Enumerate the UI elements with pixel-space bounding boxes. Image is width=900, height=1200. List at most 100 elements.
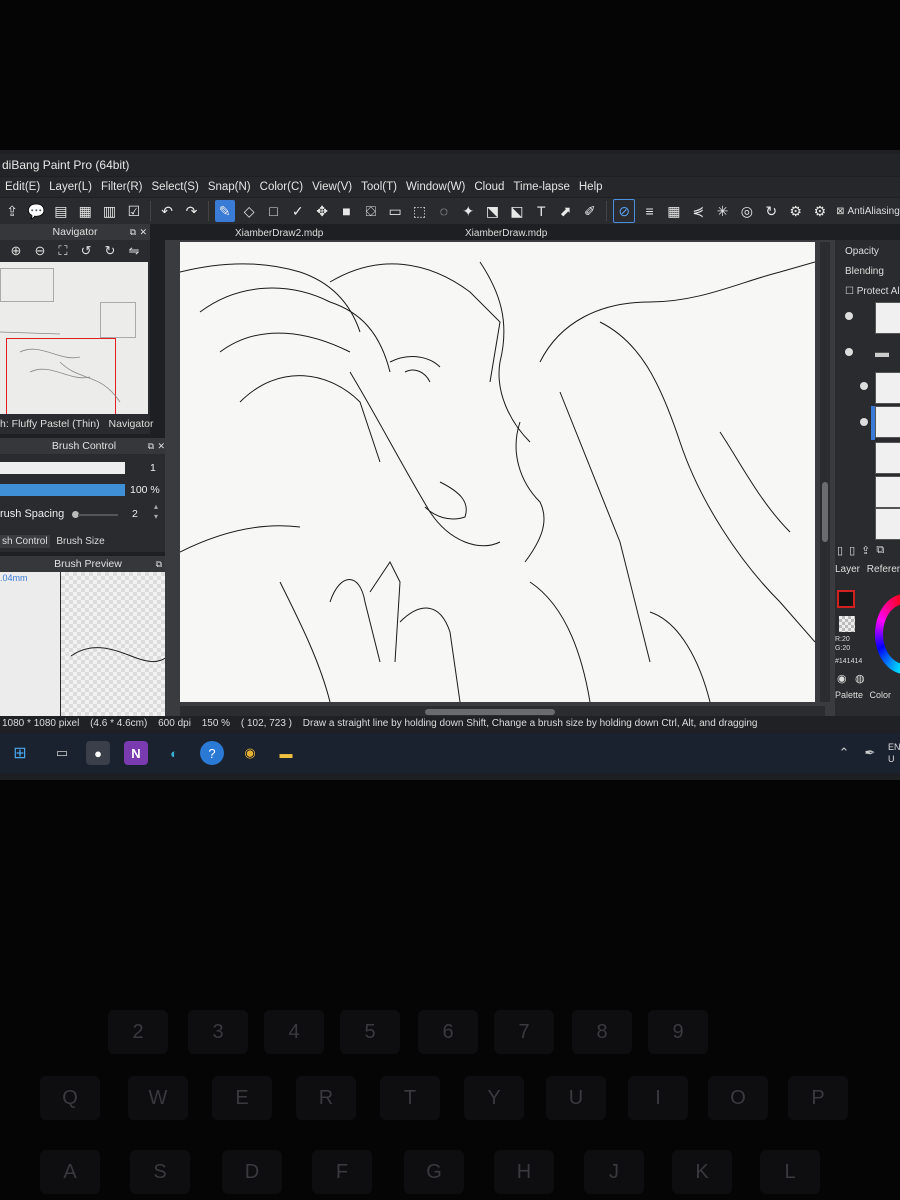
visibility-icon[interactable] xyxy=(860,382,868,390)
onenote-icon[interactable]: N xyxy=(124,741,148,765)
document-icon[interactable]: ▦ xyxy=(75,200,95,222)
gear-icon[interactable]: ⚙ xyxy=(810,200,830,222)
float-icon[interactable]: ⧉ xyxy=(130,224,136,240)
menu-select[interactable]: Select(S) xyxy=(147,181,203,193)
menu-view[interactable]: View(V) xyxy=(307,181,356,193)
grid-snap-icon[interactable]: ▦ xyxy=(664,200,684,222)
chevron-up-icon[interactable]: ⌃ xyxy=(832,741,856,765)
chrome-icon[interactable]: ◉ xyxy=(238,741,262,765)
flip-icon[interactable]: ⇋ xyxy=(128,243,139,259)
palette-icon[interactable]: ◉ xyxy=(837,672,847,685)
select-pen-icon[interactable]: ⬔ xyxy=(482,200,502,222)
layer-thumbnail[interactable] xyxy=(875,442,900,474)
float-icon[interactable]: ⧉ xyxy=(156,556,162,572)
help-icon[interactable]: ? xyxy=(200,741,224,765)
copy-layer-icon[interactable]: ⧉ xyxy=(876,544,884,557)
rotate-left-icon[interactable]: ↺ xyxy=(81,243,92,259)
move-icon[interactable]: ✥ xyxy=(312,200,332,222)
menu-snap[interactable]: Snap(N) xyxy=(203,181,255,193)
tab-layer[interactable]: Layer xyxy=(835,564,860,575)
vertical-scrollbar[interactable] xyxy=(820,242,830,702)
task-view-icon[interactable]: ▭ xyxy=(50,741,74,765)
layer-thumbnail[interactable] xyxy=(875,302,900,334)
protect-alpha-row[interactable]: ☐ Protect Alp xyxy=(845,286,900,297)
select-eraser-icon[interactable]: ⬕ xyxy=(507,200,527,222)
text-icon[interactable]: T xyxy=(531,200,551,222)
file-explorer-icon[interactable]: ▬ xyxy=(274,741,298,765)
visibility-icon[interactable] xyxy=(860,418,868,426)
tab-document-1[interactable]: XiamberDraw2.mdp xyxy=(235,228,323,239)
menu-time-lapse[interactable]: Time-lapse xyxy=(508,181,573,193)
zoom-in-icon[interactable]: ⊕ xyxy=(11,243,22,259)
eraser-icon[interactable]: ◇ xyxy=(239,200,259,222)
grid-icon[interactable]: ▥ xyxy=(99,200,119,222)
import-icon[interactable]: ⇪ xyxy=(861,544,870,557)
layer-thumbnail[interactable] xyxy=(875,406,900,438)
folder-icon[interactable]: ▬ xyxy=(875,344,889,360)
brush-size-slider[interactable] xyxy=(0,462,125,474)
spacing-slider-track[interactable] xyxy=(78,514,118,516)
tab-brush-control[interactable]: sh Control xyxy=(0,535,50,548)
edge-icon[interactable]: ◐ xyxy=(162,741,186,765)
radial-snap-icon[interactable]: ✳ xyxy=(712,200,732,222)
fill-rect-icon[interactable]: ■ xyxy=(336,200,356,222)
redo-icon[interactable]: ↷ xyxy=(181,200,201,222)
spinner-icon[interactable]: ▴ ▾ xyxy=(154,502,158,522)
bucket-icon[interactable]: ⛋ xyxy=(361,200,381,222)
curve-snap-icon[interactable]: ↻ xyxy=(761,200,781,222)
tab-reference[interactable]: Reference xyxy=(867,564,900,575)
navigator-thumbnail[interactable] xyxy=(0,262,148,414)
tab-brush-size[interactable]: Brush Size xyxy=(56,536,104,547)
drawing-canvas[interactable] xyxy=(180,242,815,702)
navigator-tab[interactable]: Navigator xyxy=(109,418,154,430)
export-icon[interactable]: ⇪ xyxy=(2,200,22,222)
brush-opacity-slider[interactable] xyxy=(0,484,125,496)
rectangle-select-icon[interactable]: □ xyxy=(263,200,283,222)
antialias-checkbox[interactable]: ⊠ xyxy=(836,206,844,217)
eyedropper-icon[interactable]: ✐ xyxy=(580,200,600,222)
undo-icon[interactable]: ↶ xyxy=(157,200,177,222)
check-icon[interactable]: ✓ xyxy=(288,200,308,222)
layer-thumbnail[interactable] xyxy=(875,372,900,404)
pen-icon[interactable]: ✒ xyxy=(858,741,882,765)
list-icon[interactable]: ▤ xyxy=(51,200,71,222)
scroll-thumb[interactable] xyxy=(822,482,828,542)
new-layer-8bit-icon[interactable]: ▯ xyxy=(849,544,855,557)
layer-thumbnail[interactable] xyxy=(875,508,900,540)
close-icon[interactable]: ✕ xyxy=(139,224,147,240)
new-layer-icon[interactable]: ▯ xyxy=(837,544,843,557)
parallel-snap-icon[interactable]: ≡ xyxy=(639,200,659,222)
check-list-icon[interactable]: ☑ xyxy=(124,200,144,222)
snap-off-icon[interactable]: ⊘ xyxy=(613,199,636,223)
tab-document-2[interactable]: XiamberDraw.mdp xyxy=(465,228,547,239)
magic-wand-icon[interactable]: ✦ xyxy=(458,200,478,222)
brush-tool-icon[interactable]: ✎ xyxy=(214,200,235,222)
lasso-icon[interactable]: ◌ xyxy=(434,200,454,222)
tab-color[interactable]: Color xyxy=(870,690,892,700)
menu-edit[interactable]: Edit(E) xyxy=(0,181,44,193)
layer-thumbnail[interactable] xyxy=(875,476,900,508)
menu-tool[interactable]: Tool(T) xyxy=(356,181,401,193)
snap-settings-icon[interactable]: ⚙ xyxy=(785,200,805,222)
menu-window[interactable]: Window(W) xyxy=(401,181,469,193)
marquee-icon[interactable]: ⬚ xyxy=(409,200,429,222)
brush-size-value[interactable]: 1 xyxy=(150,462,156,474)
gradient-icon[interactable]: ▭ xyxy=(385,200,405,222)
operation-icon[interactable]: ⬈ xyxy=(555,200,575,222)
chat-icon[interactable]: 💬 xyxy=(26,200,46,222)
eyedropper-icon[interactable]: ◍ xyxy=(855,672,865,685)
tab-palette[interactable]: Palette xyxy=(835,690,863,700)
transparent-swatch[interactable] xyxy=(839,616,855,632)
zoom-out-icon[interactable]: ⊖ xyxy=(34,243,45,259)
scroll-thumb[interactable] xyxy=(425,709,555,715)
circle-snap-icon[interactable]: ◎ xyxy=(737,200,757,222)
visibility-icon[interactable] xyxy=(845,348,853,356)
perspective-snap-icon[interactable]: ⋞ xyxy=(688,200,708,222)
brush-spacing-value[interactable]: 2 xyxy=(132,508,138,520)
medibang-icon[interactable]: ● xyxy=(86,741,110,765)
foreground-color-swatch[interactable] xyxy=(837,590,855,608)
close-icon[interactable]: ✕ xyxy=(157,438,165,454)
menu-filter[interactable]: Filter(R) xyxy=(96,181,147,193)
menu-color[interactable]: Color(C) xyxy=(255,181,307,193)
brush-opacity-value[interactable]: 100 % xyxy=(130,484,160,496)
